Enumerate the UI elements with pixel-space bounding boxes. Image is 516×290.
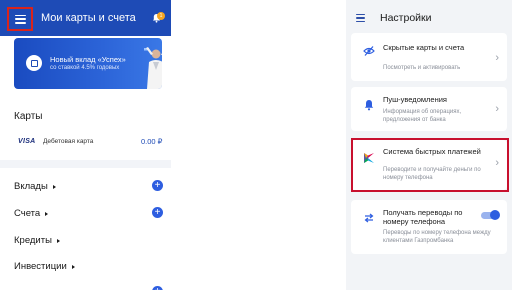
promo-title: Новый вклад «Успех» (50, 55, 126, 64)
accounts-screen: Мои карты и счета 1 Новый вклад «Успех» … (0, 0, 171, 290)
transfer-icon (364, 213, 374, 223)
deposit-icon (26, 55, 42, 71)
item-title: Пуш-уведомления (383, 95, 447, 104)
chevron-right-icon: › (495, 52, 499, 64)
page-title: Настройки (380, 12, 432, 24)
settings-screen: Настройки Скрытые карты и счета Посмотре… (346, 0, 512, 290)
hamburger-icon[interactable] (356, 14, 365, 22)
category-credits[interactable]: Кредиты (14, 235, 60, 246)
page-title: Мои карты и счета (41, 12, 136, 24)
promo-subtitle: со ставкой 4.5% годовых (50, 65, 120, 71)
add-account-button[interactable]: + (152, 207, 163, 218)
notification-badge: 1 (157, 12, 165, 20)
settings-item-hidden-cards[interactable]: Скрытые карты и счета Посмотреть и актив… (351, 33, 507, 81)
add-deposit-button[interactable]: + (152, 180, 163, 191)
item-description: Посмотреть и активировать (383, 65, 461, 71)
settings-item-phone-transfers[interactable]: Получать переводы по номеру телефона Пер… (351, 200, 507, 254)
card-name[interactable]: Дебетовая карта (43, 138, 93, 145)
category-investments[interactable]: Инвестиции (14, 261, 75, 272)
eye-off-icon (363, 46, 375, 56)
hamburger-icon (14, 14, 26, 24)
category-label: Счета (14, 208, 41, 219)
section-divider (0, 160, 171, 168)
top-app-bar: Мои карты и счета 1 (0, 0, 171, 36)
settings-item-push[interactable]: Пуш-уведомления Информация об операциях,… (351, 87, 507, 131)
menu-button[interactable] (7, 7, 33, 31)
screenshot-stage: Мои карты и счета 1 Новый вклад «Успех» … (0, 0, 516, 290)
item-description: Переводы по номеру телефона между клиент… (383, 230, 491, 244)
item-title: Получать переводы по номеру телефона (383, 208, 463, 226)
cards-section-title: Карты (14, 111, 43, 122)
visa-logo-icon: VISA (18, 138, 36, 145)
caret-right-icon (52, 184, 56, 189)
category-deposits[interactable]: Вклады (14, 181, 56, 192)
caret-right-icon (45, 211, 49, 216)
card-balance: 0.00 ₽ (141, 137, 163, 146)
category-label: Вклады (14, 181, 48, 192)
promo-banner[interactable]: Новый вклад «Успех» со ставкой 4.5% годо… (14, 38, 162, 89)
bell-icon (364, 100, 374, 111)
promo-person-image (144, 47, 162, 89)
caret-right-icon (56, 238, 60, 243)
add-investment-button[interactable]: + (152, 286, 163, 290)
caret-right-icon (71, 264, 75, 269)
chevron-right-icon: › (495, 103, 499, 115)
settings-header: Настройки (346, 0, 512, 36)
highlight-frame (351, 138, 509, 192)
item-title: Скрытые карты и счета (383, 43, 465, 52)
category-label: Кредиты (14, 235, 52, 246)
item-description: Информация об операциях, предложения от … (383, 109, 462, 123)
transfers-toggle[interactable] (481, 210, 500, 220)
category-accounts[interactable]: Счета (14, 208, 49, 219)
category-label: Инвестиции (14, 261, 67, 272)
